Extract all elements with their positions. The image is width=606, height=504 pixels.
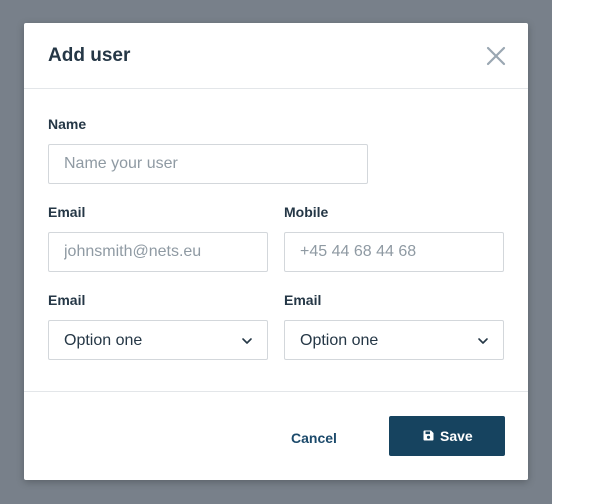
save-button[interactable]: Save xyxy=(389,416,505,456)
dialog-header: Add user xyxy=(24,23,528,89)
mobile-input[interactable] xyxy=(284,232,504,272)
email-label: Email xyxy=(48,204,86,220)
mobile-label: Mobile xyxy=(284,204,329,220)
name-input[interactable] xyxy=(48,144,368,184)
email-input[interactable] xyxy=(48,232,268,272)
email-select-right[interactable]: Option one xyxy=(284,320,504,360)
close-button[interactable] xyxy=(485,45,507,67)
email-select-left[interactable]: Option one xyxy=(48,320,268,360)
floppy-disk-icon xyxy=(423,430,434,441)
select-left-value: Option one xyxy=(64,332,143,349)
dialog-footer: Cancel Save xyxy=(24,391,528,481)
save-label: Save xyxy=(440,428,473,444)
close-icon xyxy=(485,45,507,67)
page-background xyxy=(552,0,606,504)
add-user-dialog: Add user Name Email Mobile Email Option … xyxy=(24,23,528,480)
name-label: Name xyxy=(48,116,87,132)
dialog-title: Add user xyxy=(48,45,131,66)
select-right-value: Option one xyxy=(300,332,379,349)
select-right-label: Email xyxy=(284,292,322,308)
select-left-label: Email xyxy=(48,292,86,308)
chevron-down-icon xyxy=(477,336,489,346)
chevron-down-icon xyxy=(241,336,253,346)
cancel-button[interactable]: Cancel xyxy=(282,428,346,448)
